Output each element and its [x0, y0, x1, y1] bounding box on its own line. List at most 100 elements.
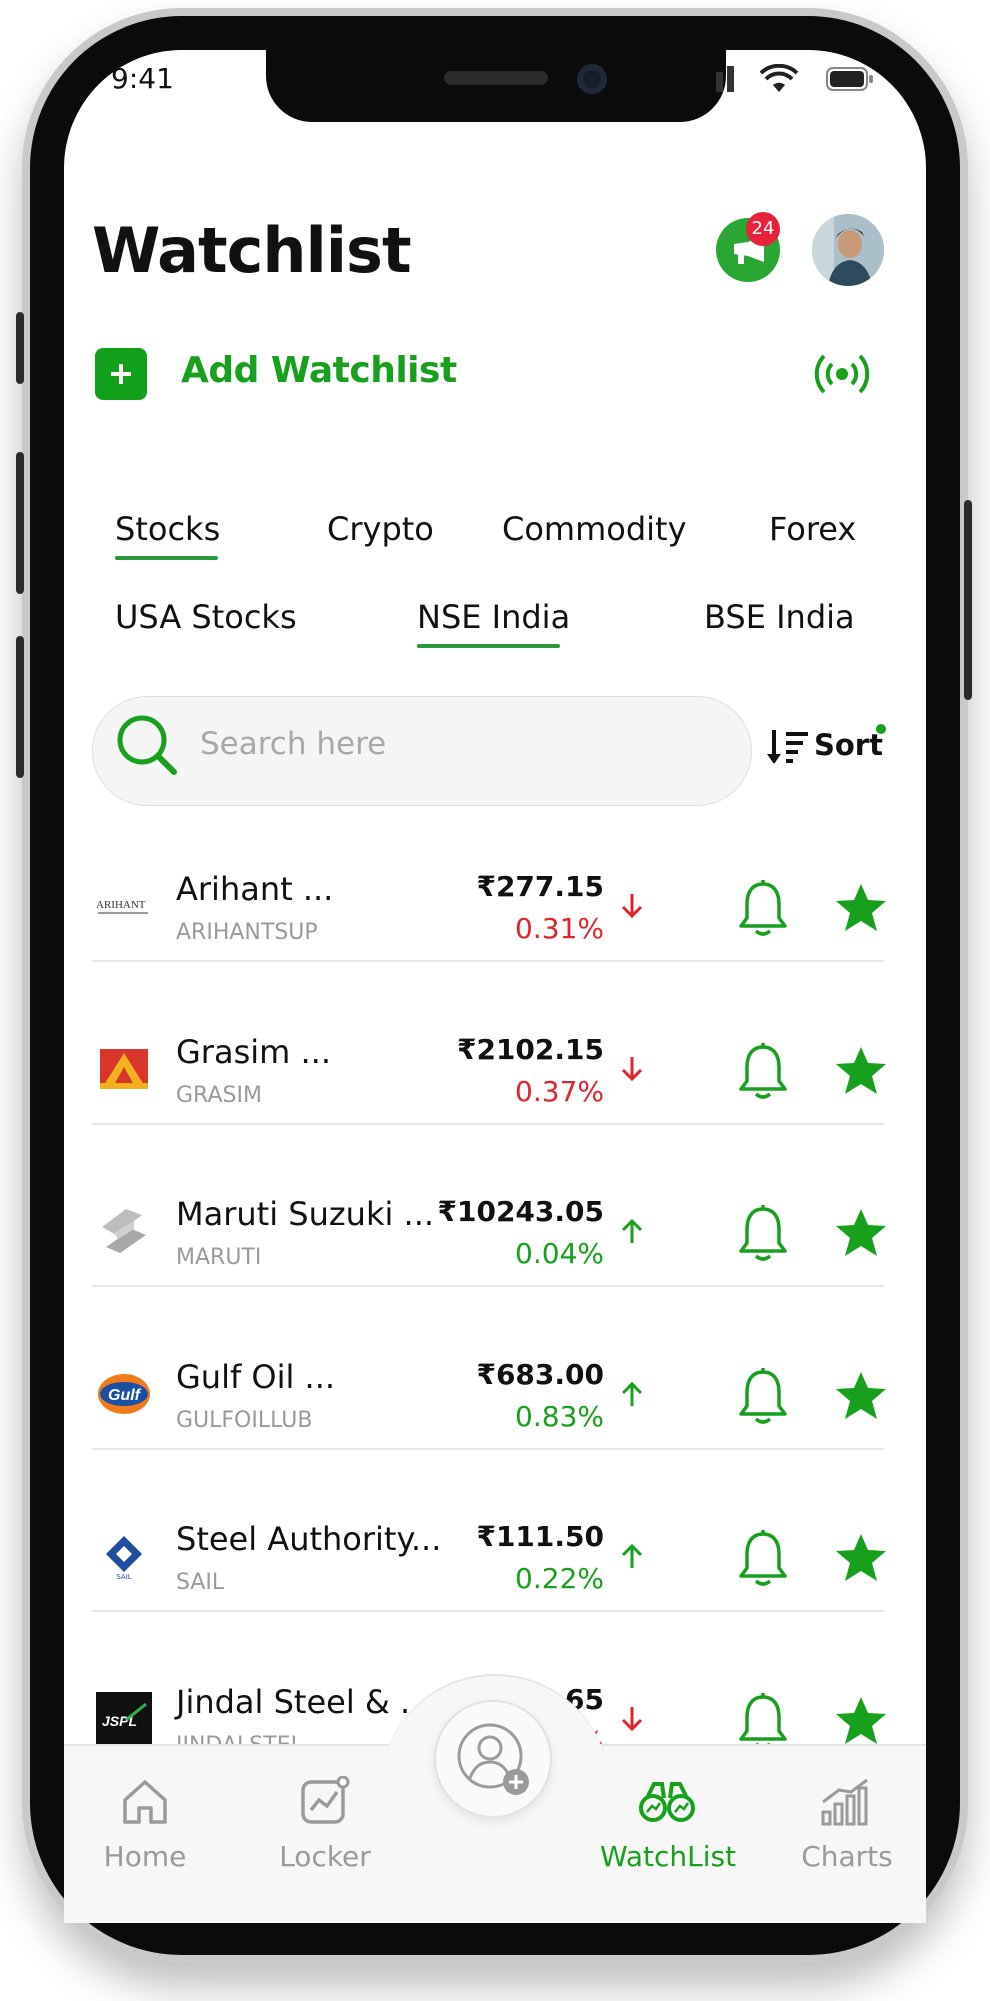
- tab-forex[interactable]: Forex: [769, 510, 856, 548]
- favorite-star-icon[interactable]: [834, 882, 888, 938]
- power-button: [964, 500, 972, 700]
- price-alert-bell-icon[interactable]: [738, 1368, 788, 1430]
- cellular-signal-icon: [716, 66, 738, 96]
- sort-button[interactable]: Sort: [814, 728, 883, 762]
- stock-name[interactable]: Jindal Steel & ...: [176, 1683, 431, 1721]
- wifi-icon: [759, 63, 799, 98]
- nav-home-label[interactable]: Home: [84, 1840, 206, 1873]
- tab-usa-stocks[interactable]: USA Stocks: [115, 598, 297, 636]
- stock-symbol: MARUTI: [176, 1245, 262, 1270]
- stock-change: 0.04%: [515, 1237, 604, 1270]
- nav-home[interactable]: [104, 1776, 186, 1832]
- mute-switch: [16, 312, 24, 384]
- favorite-star-icon[interactable]: [834, 1695, 888, 1751]
- company-logo: [94, 1203, 154, 1259]
- stock-name[interactable]: Arihant ...: [176, 870, 333, 908]
- stock-symbol: GRASIM: [176, 1083, 262, 1108]
- add-watchlist-label[interactable]: Add Watchlist: [181, 350, 457, 391]
- arrow-down-icon: [620, 1705, 644, 1737]
- profile-center-button[interactable]: [434, 1700, 552, 1818]
- search-input[interactable]: [92, 696, 752, 806]
- stock-change: 0.31%: [515, 912, 604, 945]
- plus-icon: [111, 364, 131, 384]
- stock-change: 0.37%: [515, 1075, 604, 1108]
- app-screen: [64, 50, 926, 1921]
- home-icon: [123, 1780, 167, 1824]
- earpiece-speaker: [444, 71, 548, 85]
- favorite-star-icon[interactable]: [834, 1532, 888, 1588]
- notification-badge: 24: [746, 212, 780, 246]
- avatar[interactable]: [812, 214, 884, 286]
- price-alert-bell-icon[interactable]: [738, 880, 788, 942]
- row-divider: [92, 960, 884, 962]
- nav-watchlist[interactable]: [626, 1776, 708, 1832]
- tab-nse-india[interactable]: NSE India: [417, 598, 570, 636]
- price-alert-bell-icon[interactable]: [738, 1205, 788, 1267]
- company-logo: ARIHANT: [94, 878, 154, 934]
- sort-icon[interactable]: [766, 726, 810, 772]
- company-logo: [94, 1041, 154, 1097]
- nav-locker-label[interactable]: Locker: [264, 1840, 386, 1873]
- notch: [266, 50, 726, 122]
- stock-name[interactable]: Gulf Oil ...: [176, 1358, 335, 1396]
- battery-icon: [826, 66, 874, 96]
- price-alert-bell-icon[interactable]: [738, 1043, 788, 1105]
- stock-name[interactable]: Steel Authority...: [176, 1520, 441, 1558]
- svg-text:ARIHANT: ARIHANT: [96, 899, 146, 911]
- tab-stocks-indicator: [115, 556, 218, 560]
- arrow-up-icon: [620, 1380, 644, 1412]
- nav-watchlist-label[interactable]: WatchList: [590, 1840, 746, 1873]
- row-divider: [92, 1610, 884, 1612]
- nav-locker[interactable]: [284, 1775, 366, 1832]
- company-logo: Gulf: [94, 1366, 154, 1422]
- stock-price: ₹10243.05: [437, 1195, 605, 1228]
- stock-symbol: GULFOILLUB: [176, 1408, 313, 1433]
- tab-stocks[interactable]: Stocks: [115, 510, 220, 548]
- company-logo: JSPL: [94, 1691, 154, 1747]
- search-icon: [114, 712, 180, 782]
- favorite-star-icon[interactable]: [834, 1207, 888, 1263]
- binoculars-icon: [639, 1782, 695, 1822]
- stock-change: 0.83%: [515, 1400, 604, 1433]
- row-divider: [92, 1123, 884, 1125]
- svg-text:Gulf: Gulf: [108, 1387, 142, 1404]
- live-broadcast-icon[interactable]: [812, 350, 872, 402]
- stock-price: ₹277.15: [476, 870, 604, 903]
- search-placeholder: Search here: [200, 726, 387, 762]
- stock-symbol: ARIHANTSUP: [176, 920, 318, 945]
- tab-commodity[interactable]: Commodity: [502, 510, 687, 548]
- row-divider: [92, 1285, 884, 1287]
- company-logo: SAIL: [94, 1528, 154, 1584]
- arrow-down-icon: [620, 1055, 644, 1087]
- stock-price: ₹2102.15: [456, 1033, 604, 1066]
- add-watchlist-button[interactable]: [95, 348, 147, 400]
- add-profile-icon: [457, 1723, 529, 1795]
- stock-name[interactable]: Maruti Suzuki ...: [176, 1195, 434, 1233]
- volume-up-button: [16, 452, 24, 594]
- arrow-up-icon: [620, 1217, 644, 1249]
- page-title: Watchlist: [92, 214, 412, 287]
- svg-text:SAIL: SAIL: [116, 1573, 131, 1580]
- tab-crypto[interactable]: Crypto: [327, 510, 434, 548]
- arrow-down-icon: [620, 892, 644, 924]
- arrow-up-icon: [620, 1542, 644, 1574]
- front-camera: [577, 64, 607, 94]
- sort-active-dot: [876, 724, 886, 734]
- tab-bse-india[interactable]: BSE India: [704, 598, 855, 636]
- bar-chart-icon: [821, 1778, 868, 1826]
- price-alert-bell-icon[interactable]: [738, 1530, 788, 1592]
- volume-down-button: [16, 636, 24, 778]
- nav-charts-label[interactable]: Charts: [784, 1840, 910, 1873]
- favorite-star-icon[interactable]: [834, 1370, 888, 1426]
- stock-name[interactable]: Grasim ...: [176, 1033, 331, 1071]
- favorite-star-icon[interactable]: [834, 1045, 888, 1101]
- status-time: 9:41: [111, 62, 174, 95]
- nav-charts[interactable]: [806, 1776, 888, 1832]
- row-divider: [92, 1448, 884, 1450]
- stock-change: 0.22%: [515, 1562, 604, 1595]
- stock-symbol: SAIL: [176, 1570, 225, 1595]
- tab-nse-india-indicator: [417, 644, 560, 648]
- stock-price: ₹683.00: [476, 1358, 604, 1391]
- stock-price: ₹111.50: [476, 1520, 604, 1553]
